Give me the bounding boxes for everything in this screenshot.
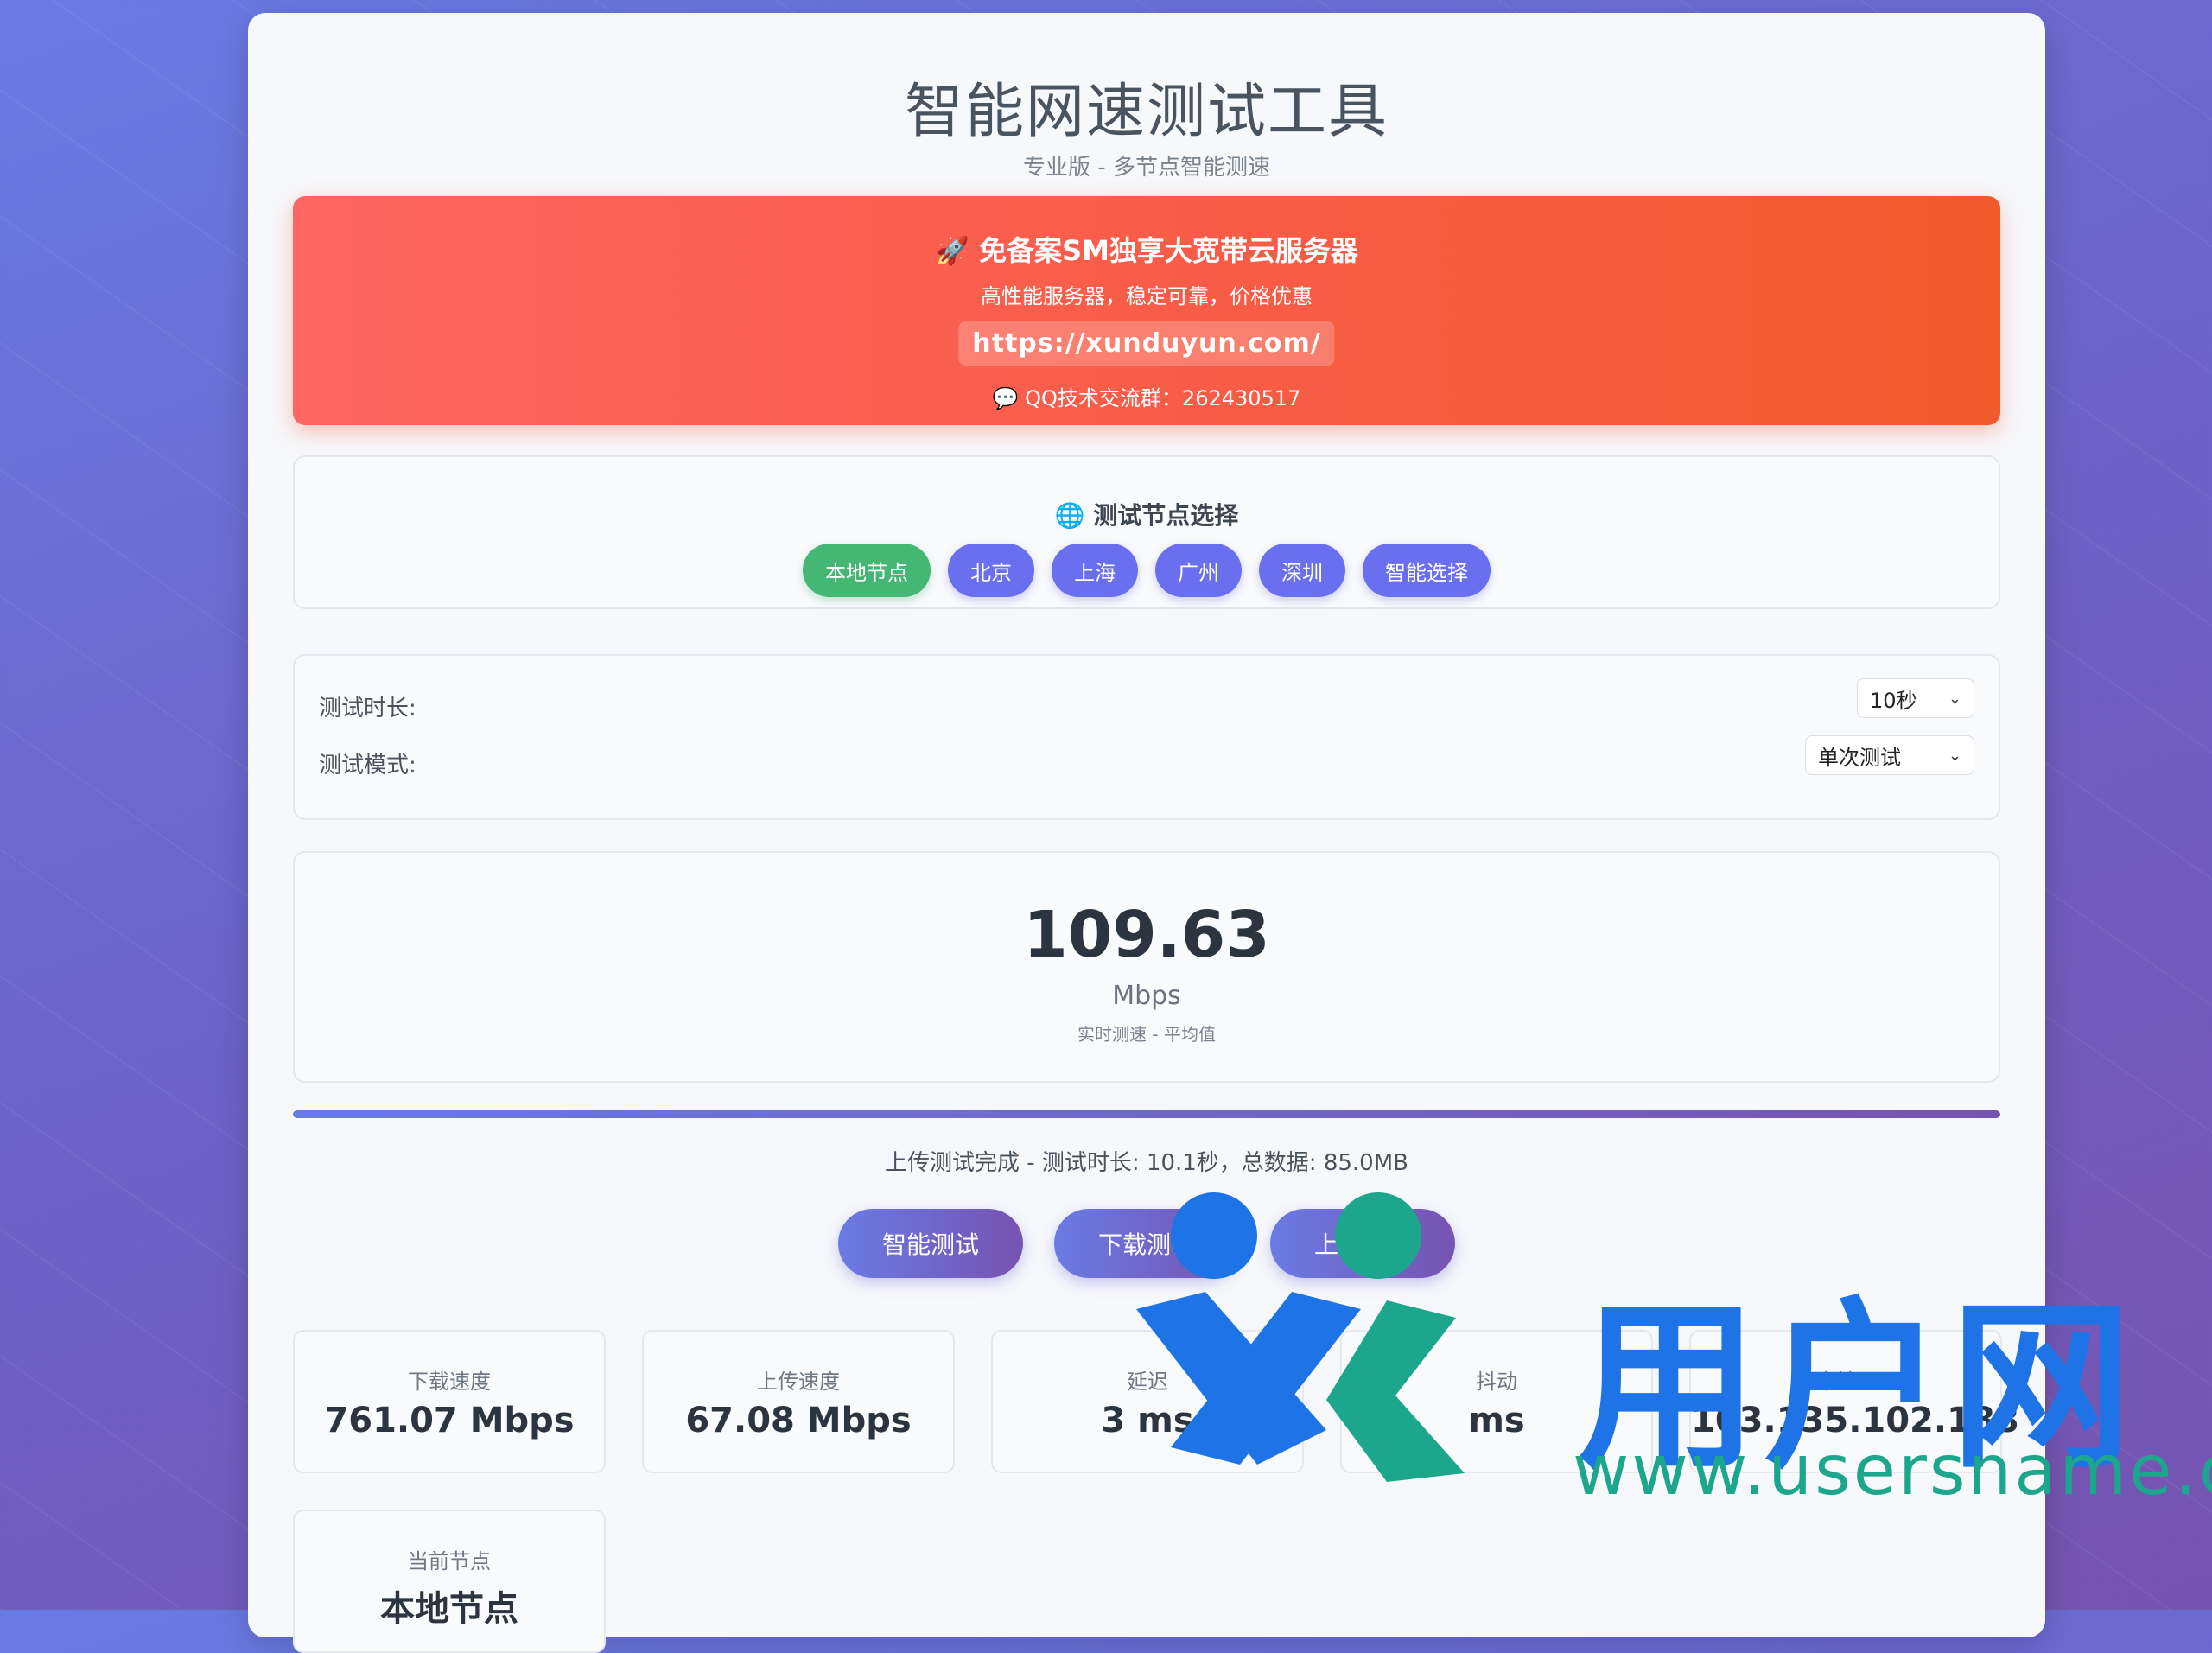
duration-select[interactable]: 10秒 ⌄ [1857, 678, 1974, 718]
progress-fill [293, 1110, 2000, 1118]
mode-select-value: 单次测试 [1818, 745, 1901, 770]
watermark-logo: 用户网 www.usersname.cn [1110, 1188, 2212, 1510]
stat-value: 本地节点 [380, 1589, 518, 1629]
stat-label: 当前节点 [408, 1549, 491, 1574]
promo-description: 高性能服务器，稳定可靠，价格优惠 [981, 284, 1313, 308]
node-button-shanghai[interactable]: 上海 [1052, 544, 1138, 597]
node-button-row: 本地节点 北京 上海 广州 深圳 智能选择 [295, 544, 1999, 597]
speed-note: 实时测速 - 平均值 [1077, 1024, 1216, 1045]
promo-banner: 🚀 免备案SM独享大宽带云服务器 高性能服务器，稳定可靠，价格优惠 https:… [293, 196, 2000, 425]
node-button-shenzhen[interactable]: 深圳 [1259, 544, 1345, 597]
node-selection-title: 🌐 测试节点选择 [1054, 501, 1239, 530]
promo-qq-group: 💬 QQ技术交流群：262430517 [992, 386, 1301, 410]
node-selection-panel: 🌐 测试节点选择 本地节点 北京 上海 广州 深圳 智能选择 [293, 455, 2000, 609]
smart-test-button[interactable]: 智能测试 [838, 1209, 1023, 1278]
duration-label: 测试时长: [319, 696, 416, 722]
page-title: 智能网速测试工具 [904, 78, 1389, 146]
stat-value: 67.08 Mbps [685, 1401, 912, 1440]
stat-label: 下载速度 [408, 1370, 491, 1394]
stat-card-upload: 上传速度 67.08 Mbps [642, 1330, 955, 1473]
stat-card-current-node: 当前节点 本地节点 [293, 1510, 606, 1653]
speed-value: 109.63 [1023, 898, 1270, 972]
logo-mark-icon [1136, 1192, 1465, 1482]
status-text: 上传测试完成 - 测试时长: 10.1秒，总数据: 85.0MB [884, 1150, 1408, 1176]
speed-unit: Mbps [1112, 981, 1181, 1011]
watermark-url: www.usersname.cn [1573, 1430, 2212, 1510]
mode-select[interactable]: 单次测试 ⌄ [1805, 735, 1974, 775]
mode-label: 测试模式: [319, 753, 416, 779]
node-button-local[interactable]: 本地节点 [803, 544, 931, 597]
settings-panel: 测试时长: 10秒 ⌄ 测试模式: 单次测试 ⌄ [293, 654, 2000, 820]
stat-label: 上传速度 [757, 1370, 840, 1394]
chevron-down-icon: ⌄ [1948, 689, 1961, 708]
node-button-guangzhou[interactable]: 广州 [1155, 544, 1242, 597]
node-button-beijing[interactable]: 北京 [948, 544, 1034, 597]
promo-title: 🚀 免备案SM独享大宽带云服务器 [935, 234, 1358, 267]
chevron-down-icon: ⌄ [1948, 746, 1961, 765]
speed-display: 109.63 Mbps 实时测速 - 平均值 [293, 851, 2000, 1083]
duration-select-value: 10秒 [1870, 688, 1917, 713]
promo-link[interactable]: https://xunduyun.com/ [958, 321, 1335, 366]
progress-bar [293, 1110, 2000, 1118]
stat-card-download: 下载速度 761.07 Mbps [293, 1330, 606, 1473]
node-button-smart[interactable]: 智能选择 [1363, 544, 1491, 597]
page-subtitle: 专业版 - 多节点智能测速 [1023, 155, 1270, 181]
stat-value: 761.07 Mbps [324, 1401, 575, 1440]
